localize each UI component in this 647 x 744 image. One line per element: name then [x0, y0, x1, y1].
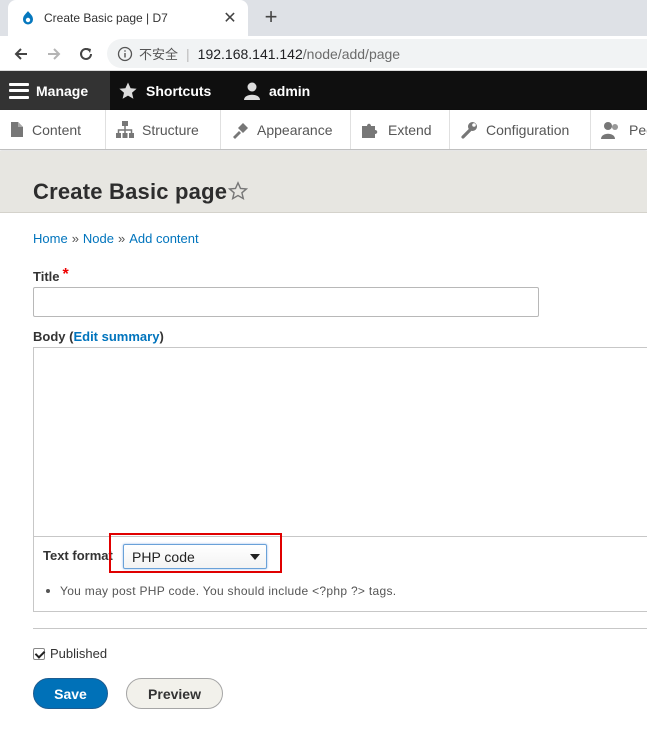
- url-path: /node/add/page: [302, 45, 401, 62]
- tray-item-appearance-label: Appearance: [257, 121, 333, 138]
- preview-button[interactable]: Preview: [126, 678, 223, 709]
- hamburger-icon: [9, 82, 29, 99]
- tray-item-people-label: Peo: [629, 121, 647, 138]
- tray-item-content-label: Content: [32, 121, 82, 138]
- body-textarea[interactable]: [34, 348, 647, 537]
- breadcrumb-home-link[interactable]: Home: [33, 231, 68, 246]
- breadcrumb-add-content-link[interactable]: Add content: [129, 231, 198, 246]
- save-button[interactable]: Save: [33, 678, 108, 709]
- close-tab-icon[interactable]: ✕: [222, 8, 238, 28]
- toolbar-shortcuts[interactable]: Shortcuts: [118, 71, 211, 110]
- breadcrumb-separator: »: [71, 231, 79, 246]
- edit-summary-link[interactable]: Edit summary: [73, 329, 159, 344]
- toolbar-manage[interactable]: Manage: [0, 71, 110, 110]
- form-divider: [33, 628, 647, 629]
- text-format-tip: You may post PHP code. You should includ…: [46, 584, 396, 598]
- body-label-text: Body: [33, 329, 66, 344]
- sitemap-icon: [116, 121, 134, 138]
- admin-toolbar: Manage Shortcuts admin: [0, 71, 647, 110]
- title-label-text: Title: [33, 269, 60, 284]
- tray-item-appearance[interactable]: Appearance: [221, 110, 351, 149]
- tray-item-people[interactable]: Peo: [591, 110, 647, 149]
- breadcrumb: Home» Node» Add content: [33, 231, 199, 246]
- url-omnibox[interactable]: 不安全 | 192.168.141.142/node/add/page: [107, 39, 647, 68]
- puzzle-icon: [362, 123, 378, 138]
- text-format-tip-text: You may post PHP code. You should includ…: [60, 584, 397, 598]
- drupal-favicon-icon: [23, 11, 33, 25]
- body-field-label: Body (Edit summary): [33, 329, 164, 344]
- dropdown-arrow-icon: [250, 554, 260, 560]
- tray-item-configuration-label: Configuration: [486, 121, 570, 138]
- toolbar-user-label: admin: [269, 82, 311, 99]
- tray-item-content[interactable]: Content: [0, 110, 106, 149]
- breadcrumb-separator: »: [118, 231, 126, 246]
- url-host: 192.168.141.142: [197, 45, 303, 62]
- tray-item-configuration[interactable]: Configuration: [450, 110, 591, 149]
- new-tab-button[interactable]: +: [260, 4, 282, 30]
- info-icon[interactable]: [117, 46, 133, 62]
- text-format-label: Text format: [43, 548, 113, 563]
- forward-button[interactable]: [42, 42, 66, 66]
- toolbar-shortcuts-label: Shortcuts: [146, 82, 212, 99]
- breadcrumb-node-link[interactable]: Node: [83, 231, 114, 246]
- arrow-right-icon: [48, 48, 61, 60]
- admin-toolbar-tray: Content Structure Appearance Extend Conf…: [0, 110, 647, 150]
- body-field-wrapper: Text format PHP code You may post PHP co…: [33, 347, 647, 612]
- text-format-select[interactable]: PHP code: [123, 544, 267, 569]
- tray-item-structure-label: Structure: [142, 121, 199, 138]
- browser-address-bar: 不安全 | 192.168.141.142/node/add/page: [0, 36, 647, 71]
- tray-item-extend[interactable]: Extend: [351, 110, 450, 149]
- back-button[interactable]: [9, 42, 33, 66]
- browser-tab[interactable]: Create Basic page | D7 ✕: [8, 0, 248, 36]
- tray-item-extend-label: Extend: [388, 121, 432, 138]
- omnibox-separator: |: [186, 45, 190, 62]
- text-format-selected-value: PHP code: [132, 548, 195, 565]
- page-header: Create Basic page: [0, 151, 647, 213]
- star-outline-icon[interactable]: [228, 181, 248, 201]
- title-input[interactable]: [33, 287, 539, 317]
- published-label: Published: [50, 646, 108, 661]
- browser-tab-title: Create Basic page | D7: [44, 11, 168, 25]
- reload-button[interactable]: [74, 42, 98, 66]
- page-title: Create Basic page: [33, 179, 228, 204]
- arrow-left-icon: [14, 48, 27, 60]
- wrench-icon: [461, 121, 477, 139]
- title-field-label: Title *: [33, 266, 69, 286]
- paint-brush-icon: [233, 122, 248, 139]
- file-icon: [11, 122, 23, 137]
- toolbar-user[interactable]: admin: [243, 71, 310, 110]
- browser-tab-strip: Create Basic page | D7 ✕ +: [0, 0, 647, 36]
- user-icon: [244, 82, 260, 100]
- bullet-icon: [46, 588, 50, 593]
- published-option[interactable]: Published: [33, 646, 107, 661]
- required-marker: *: [62, 266, 69, 283]
- reload-icon: [80, 47, 92, 60]
- published-checkbox[interactable]: [33, 647, 45, 660]
- people-icon: [601, 121, 618, 139]
- security-status-label: 不安全: [139, 47, 179, 62]
- body-label-close-paren: ): [159, 329, 164, 344]
- tray-item-structure[interactable]: Structure: [106, 110, 221, 149]
- star-icon: [119, 82, 137, 99]
- toolbar-manage-label: Manage: [36, 82, 89, 99]
